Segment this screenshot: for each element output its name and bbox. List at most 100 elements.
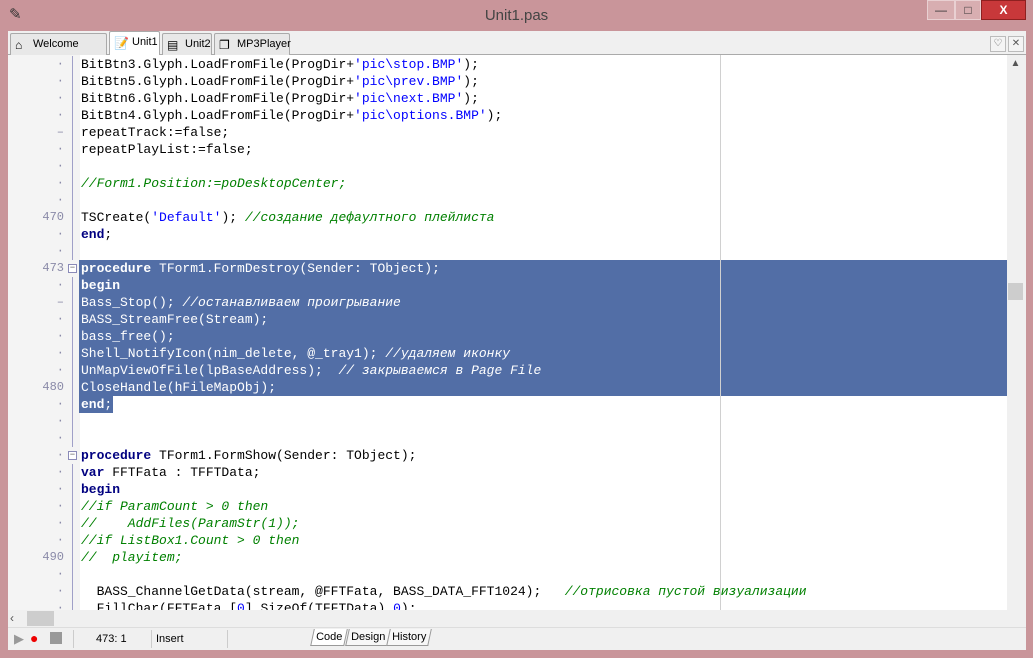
line-number: ·: [56, 346, 64, 360]
code-line[interactable]: · repeatPlayList:=false;: [8, 141, 1007, 158]
line-number: ·: [56, 278, 64, 292]
code-line[interactable]: · BASS_StreamFree(Stream);: [8, 311, 1007, 328]
fold-guide: [72, 566, 73, 583]
code-line[interactable]: 470 TSCreate('Default'); //создание дефау…: [8, 209, 1007, 226]
fold-guide: [72, 141, 73, 158]
code-line[interactable]: · var FFTFata : TFFTData;: [8, 464, 1007, 481]
maximize-button[interactable]: □: [955, 0, 981, 20]
code-line[interactable]: · end;: [8, 226, 1007, 243]
view-tab-history[interactable]: History: [386, 629, 433, 646]
line-number: ·: [56, 431, 64, 445]
comment-token: //удаляем иконку: [385, 346, 511, 361]
tab-unit2[interactable]: ▤ Unit2: [162, 33, 212, 55]
code-line[interactable]: · FillChar(FFTFata,[0],SizeOf(TFFTData),…: [8, 600, 1007, 610]
code-line[interactable]: · BitBtn6.Glyph.LoadFromFile(ProgDir+'pic…: [8, 90, 1007, 107]
line-number: ·: [56, 74, 64, 88]
code-line[interactable]: · end;: [8, 396, 1007, 413]
code-line[interactable]: · //if ParamCount > 0 then: [8, 498, 1007, 515]
line-number: ·: [56, 329, 64, 343]
code-text: procedure TForm1.FormShow(Sender: TObjec…: [81, 447, 416, 464]
code-text: repeatTrack:=false;: [81, 124, 229, 141]
code-line[interactable]: ·: [8, 158, 1007, 175]
code-line[interactable]: 490 // playitem;: [8, 549, 1007, 566]
run-icon[interactable]: ▶: [14, 631, 24, 647]
fold-guide: [72, 396, 73, 413]
code-line[interactable]: 480 CloseHandle(hFileMapObj);: [8, 379, 1007, 396]
code-line[interactable]: · BitBtn3.Glyph.LoadFromFile(ProgDir+'pic…: [8, 56, 1007, 73]
line-number: 470: [42, 210, 64, 224]
fold-guide: [72, 56, 73, 73]
fold-guide: [72, 311, 73, 328]
fold-guide: [72, 294, 73, 311]
view-tab-code[interactable]: Code: [310, 629, 349, 646]
horizontal-scroll-thumb[interactable]: [27, 611, 54, 626]
comment-token: //if ParamCount > 0 then: [81, 499, 269, 514]
view-tab-design[interactable]: Design: [345, 629, 392, 646]
code-token: );: [400, 601, 417, 610]
code-token: FillChar(FFTFata,[: [81, 601, 238, 610]
code-line[interactable]: – repeatTrack:=false;: [8, 124, 1007, 141]
code-text: bass_free();: [81, 328, 175, 345]
string-token: 'Default': [151, 210, 222, 225]
string-token: 'pic\options.BMP': [354, 108, 487, 123]
code-line[interactable]: · UnMapViewOfFile(lpBaseAddress); // закр…: [8, 362, 1007, 379]
fold-guide: [72, 226, 73, 243]
tab-mp3player[interactable]: ❐ MP3Player: [214, 33, 291, 55]
fold-guide: [72, 175, 73, 192]
code-line[interactable]: · //if ListBox1.Count > 0 then: [8, 532, 1007, 549]
vertical-scroll-thumb[interactable]: [1008, 283, 1023, 300]
code-line[interactable]: · begin: [8, 277, 1007, 294]
code-line[interactable]: ·: [8, 566, 1007, 583]
code-line[interactable]: · BitBtn4.Glyph.LoadFromFile(ProgDir+'pic…: [8, 107, 1007, 124]
code-line[interactable]: · bass_free();: [8, 328, 1007, 345]
code-token: BitBtn5.Glyph.LoadFromFile(ProgDir+: [81, 74, 355, 89]
window-title: Unit1.pas: [484, 7, 549, 24]
status-bar: ▶ ● 473: 1 Insert Code Design History: [8, 627, 1026, 650]
fold-guide: [72, 600, 73, 610]
scroll-left-icon[interactable]: ‹: [10, 610, 14, 627]
vertical-scrollbar[interactable]: ▲: [1007, 55, 1024, 610]
code-line[interactable]: ·: [8, 413, 1007, 430]
line-number: ·: [56, 312, 64, 326]
tab-welcome-page[interactable]: ⌂Welcome Page: [10, 33, 107, 70]
scroll-up-icon[interactable]: ▲: [1007, 55, 1024, 72]
code-line[interactable]: · begin: [8, 481, 1007, 498]
right-margin-line: [720, 55, 721, 610]
code-line[interactable]: ·: [8, 243, 1007, 260]
line-number: –: [56, 295, 64, 309]
close-button[interactable]: X: [981, 0, 1026, 20]
code-line[interactable]: · // AddFiles(ParamStr(1));: [8, 515, 1007, 532]
stop-icon[interactable]: [50, 632, 62, 644]
fold-guide: [72, 328, 73, 345]
keyword-token: end: [81, 397, 105, 412]
code-line[interactable]: – Bass_Stop(); //останавливаем проигрыван…: [8, 294, 1007, 311]
code-line[interactable]: · BitBtn5.Glyph.LoadFromFile(ProgDir+'pic…: [8, 73, 1007, 90]
code-token: repeatPlayList:=false;: [81, 142, 253, 157]
fold-toggle-icon[interactable]: −: [68, 264, 77, 273]
close-tab-icon[interactable]: ✕: [1008, 36, 1024, 52]
code-line[interactable]: ·: [8, 192, 1007, 209]
code-line[interactable]: ·: [8, 430, 1007, 447]
line-number: ·: [56, 516, 64, 530]
line-number: 490: [42, 550, 64, 564]
fold-toggle-icon[interactable]: −: [68, 451, 77, 460]
fold-guide: [72, 107, 73, 124]
unit-edit-icon: 📝: [114, 36, 129, 50]
record-icon[interactable]: ●: [30, 630, 38, 646]
tab-label: MP3Player: [237, 38, 291, 50]
code-token: ;: [104, 397, 113, 412]
tab-unit1[interactable]: 📝 Unit1: [109, 31, 160, 56]
code-editor[interactable]: · BitBtn3.Glyph.LoadFromFile(ProgDir+'pic…: [8, 55, 1007, 610]
code-line[interactable]: 473− procedure TForm1.FormDestroy(Sender:…: [8, 260, 1007, 277]
fold-guide: [72, 345, 73, 362]
code-line[interactable]: · Shell_NotifyIcon(nim_delete, @_tray1); …: [8, 345, 1007, 362]
code-token: BitBtn6.Glyph.LoadFromFile(ProgDir+: [81, 91, 355, 106]
code-line[interactable]: · BASS_ChannelGetData(stream, @FFTFata, …: [8, 583, 1007, 600]
favorite-icon[interactable]: ♡: [990, 36, 1006, 52]
code-line[interactable]: · − procedure TForm1.FormShow(Sender: TObj…: [8, 447, 1007, 464]
horizontal-scrollbar[interactable]: ‹: [8, 610, 1007, 627]
code-line[interactable]: · //Form1.Position:=poDesktopCenter;: [8, 175, 1007, 192]
line-number: ·: [56, 584, 64, 598]
minimize-button[interactable]: —: [927, 0, 955, 20]
comment-token: // playitem;: [81, 550, 183, 565]
